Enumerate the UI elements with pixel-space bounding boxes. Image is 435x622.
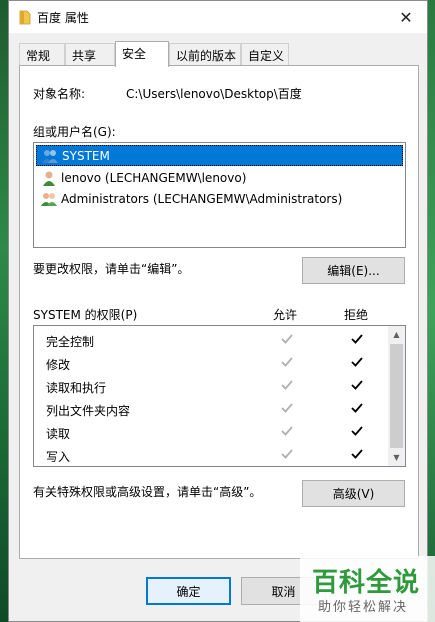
advanced-hint: 有关特殊权限或高级设置，请单击“高级”。 bbox=[33, 485, 262, 499]
tab-security[interactable]: 安全 bbox=[115, 41, 169, 67]
tab-previous-versions[interactable]: 以前的版本 bbox=[169, 43, 241, 66]
allow-header: 允许 bbox=[273, 308, 298, 322]
close-icon: ✕ bbox=[399, 7, 413, 27]
edit-hint: 要更改权限，请单击“编辑”。 bbox=[33, 262, 190, 276]
permissions-scrollbar[interactable]: ▲ ▼ bbox=[388, 326, 405, 466]
permission-row: 读取和执行 bbox=[34, 375, 389, 398]
permission-row: 完全控制 bbox=[34, 329, 389, 352]
permission-name: 写入 bbox=[46, 450, 71, 464]
window-title: 百度 属性 bbox=[37, 11, 89, 25]
folder-icon bbox=[19, 10, 31, 25]
watermark-subtitle: 助你轻松解决 bbox=[318, 600, 409, 615]
advanced-button[interactable]: 高级(V) bbox=[302, 480, 405, 507]
tab-sharing[interactable]: 共享 bbox=[65, 43, 115, 66]
permissions-title: SYSTEM 的权限(P) bbox=[33, 308, 138, 322]
tab-general[interactable]: 常规 bbox=[19, 43, 65, 66]
allow-check-icon bbox=[281, 380, 293, 390]
edit-button[interactable]: 编辑(E)... bbox=[302, 257, 405, 284]
user-name: Administrators (LECHANGEMW\Administrator… bbox=[61, 191, 343, 206]
scroll-down-icon[interactable]: ▼ bbox=[388, 449, 405, 466]
scroll-thumb[interactable] bbox=[390, 344, 403, 448]
list-item-system[interactable]: SYSTEM bbox=[36, 145, 403, 166]
deny-check-icon bbox=[351, 334, 363, 344]
user-icon bbox=[43, 171, 55, 186]
close-button[interactable]: ✕ bbox=[385, 1, 427, 33]
permission-row: 列出文件夹内容 bbox=[34, 398, 389, 421]
object-path: C:\Users\lenovo\Desktop\百度 bbox=[126, 87, 302, 101]
groups-label: 组或用户名(G): bbox=[33, 125, 116, 139]
permission-name: 完全控制 bbox=[46, 335, 95, 349]
permission-row: 读取 bbox=[34, 421, 389, 444]
allow-check-icon bbox=[281, 426, 293, 436]
permission-row: 写入 bbox=[34, 444, 389, 466]
list-item-administrators[interactable]: Administrators (LECHANGEMW\Administrator… bbox=[36, 188, 403, 209]
permission-name: 修改 bbox=[46, 358, 71, 372]
properties-dialog: 百度 属性 ✕ 常规 共享 安全 以前的版本 自定义 对象名称: C:\User… bbox=[8, 0, 428, 622]
deny-check-icon bbox=[351, 449, 363, 459]
deny-check-icon bbox=[351, 357, 363, 367]
user-name: lenovo (LECHANGEMW\lenovo) bbox=[61, 170, 247, 185]
allow-check-icon bbox=[281, 334, 293, 344]
tab-customize[interactable]: 自定义 bbox=[241, 43, 289, 66]
scroll-up-icon[interactable]: ▲ bbox=[388, 326, 405, 343]
allow-check-icon bbox=[281, 403, 293, 413]
permission-name: 读取 bbox=[46, 427, 71, 441]
title-bar[interactable]: 百度 属性 ✕ bbox=[9, 1, 427, 33]
allow-check-icon bbox=[281, 357, 293, 367]
allow-check-icon bbox=[281, 449, 293, 459]
user-group-icon bbox=[42, 149, 58, 163]
deny-check-icon bbox=[351, 426, 363, 436]
users-list[interactable]: SYSTEM lenovo (LECHANGEMW\lenovo) Admini… bbox=[33, 142, 406, 248]
security-panel: 对象名称: C:\Users\lenovo\Desktop\百度 组或用户名(G… bbox=[19, 65, 419, 559]
deny-header: 拒绝 bbox=[344, 308, 369, 322]
watermark-title: 百科全说 bbox=[312, 568, 421, 598]
deny-check-icon bbox=[351, 380, 363, 390]
permission-name: 列出文件夹内容 bbox=[46, 404, 131, 418]
permission-name: 读取和执行 bbox=[46, 381, 107, 395]
ok-button[interactable]: 确定 bbox=[146, 577, 231, 605]
user-name: SYSTEM bbox=[62, 148, 110, 163]
permissions-list: 完全控制 修改 读取和执行 列出文件夹内容 读取 写入 ▲ ▼ bbox=[33, 325, 406, 467]
list-item-lenovo[interactable]: lenovo (LECHANGEMW\lenovo) bbox=[36, 167, 403, 188]
deny-check-icon bbox=[351, 403, 363, 413]
watermark: 百科全说 助你轻松解决 bbox=[300, 556, 435, 622]
user-group-icon bbox=[41, 192, 57, 206]
object-name-label: 对象名称: bbox=[33, 87, 86, 101]
permission-row: 修改 bbox=[34, 352, 389, 375]
